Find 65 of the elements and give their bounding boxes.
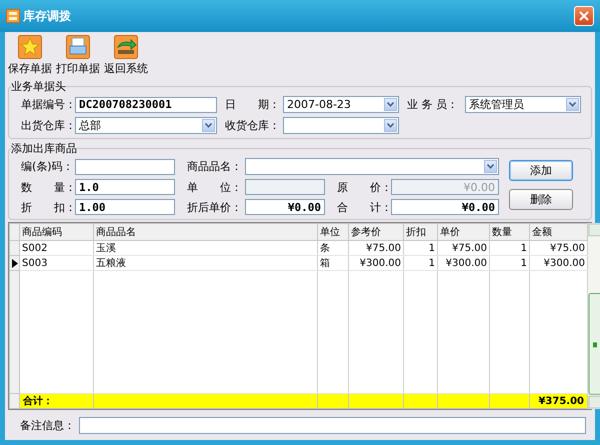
field-label: 原 价： [336,180,391,194]
field-label: 编(条)码： [20,159,75,174]
column-header[interactable]: 折扣 [404,224,438,240]
action-button[interactable]: 添加 [509,160,573,181]
column-header[interactable]: 单价 [438,224,490,240]
input-field[interactable] [79,416,586,434]
field-label: 单据编号： [20,97,75,112]
field-label: 单 位： [186,180,243,194]
toolbar-button[interactable]: 打印单据 [56,35,100,79]
dropdown-field[interactable] [245,158,499,175]
field-label: 收货仓库： [224,118,281,133]
field-label: 商品品名： [186,159,243,174]
group-title: 业务单据头 [11,79,66,94]
table-cell: ¥300.00 [348,256,404,270]
star-icon [18,35,42,59]
action-button[interactable]: 删除 [509,189,573,210]
field-label: 折 扣： [20,200,75,214]
table-cell: 条 [318,240,348,256]
field-label: 折后单价： [186,200,243,214]
toolbar-button[interactable]: 返回系统 [104,35,148,79]
printer-icon [66,35,90,59]
field-label: 合 计： [336,200,391,214]
vertical-scrollbar[interactable] [588,223,600,409]
group-title: 添加出库商品 [11,141,77,156]
table-cell: ¥75.00 [438,240,490,256]
input-field[interactable] [75,158,175,174]
field-label: 出货仓库： [20,118,75,133]
dropdown-field[interactable]: 总部 [75,117,217,134]
table-cell: S003 [20,256,94,270]
column-header[interactable]: 商品编码 [20,224,94,240]
field-label: 数 量： [20,180,75,194]
column-header[interactable]: 商品品名 [94,224,318,240]
input-field[interactable]: ¥0.00 [245,199,325,215]
column-header[interactable]: 参考价 [348,224,404,240]
total-amount: ¥375.00 [530,394,588,408]
field-label: 业 务 员： [406,97,459,112]
dropdown-field[interactable]: 2007-08-23 [283,96,399,113]
dropdown-field[interactable]: 系统管理员 [465,96,581,113]
current-row-icon [12,258,18,268]
table-cell: S002 [20,240,94,256]
input-field[interactable]: DC200708230001 [75,96,217,112]
field-label: 日 期： [224,97,281,112]
table-cell: 1 [404,256,438,270]
close-button[interactable] [574,6,594,26]
dropdown-field[interactable] [283,117,399,134]
close-icon [579,11,589,21]
table-cell: 1 [490,256,530,270]
column-header[interactable]: 单位 [318,224,348,240]
column-header[interactable]: 金额 [530,224,588,240]
table-cell: 五粮液 [94,256,318,270]
window-icon [6,9,20,23]
table-cell: 1 [490,240,530,256]
input-field[interactable]: 1.00 [75,199,175,215]
field-label: 备注信息： [19,418,75,432]
table-cell: ¥300.00 [438,256,490,270]
window-title: 库存调拨 [23,8,72,24]
table-cell: 玉溪 [94,240,318,256]
toolbar-button[interactable]: 保存单据 [8,35,52,79]
input-field[interactable]: ¥0.00 [391,199,499,215]
table-cell: ¥75.00 [348,240,404,256]
table-cell: 1 [404,240,438,256]
total-label: 合计： [20,394,94,408]
input-field[interactable]: 1.0 [75,179,175,195]
column-header[interactable]: 数量 [490,224,530,240]
table-cell: 箱 [318,256,348,270]
